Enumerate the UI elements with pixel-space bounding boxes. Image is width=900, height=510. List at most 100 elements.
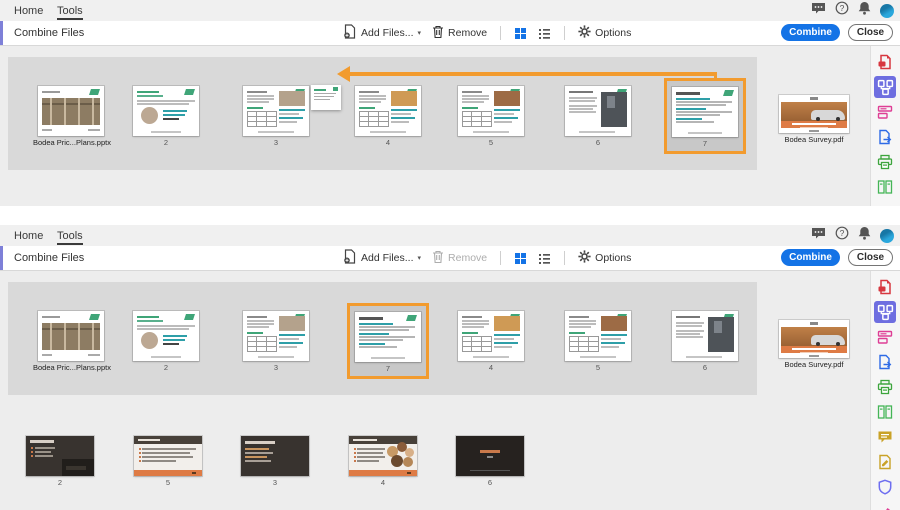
- thumbnail-caption: 4: [380, 478, 386, 487]
- svg-text:?: ?: [840, 3, 845, 13]
- tab-home[interactable]: Home: [14, 225, 43, 246]
- slide-preview: [349, 436, 417, 476]
- thumbnail-caption: 2: [163, 363, 169, 372]
- slide-preview: [355, 86, 421, 136]
- sidebar-tool-organize-pages-icon[interactable]: [874, 176, 896, 198]
- sidebar-tool-enhance-scans-icon[interactable]: [874, 376, 896, 398]
- add-files-button[interactable]: Add Files... ▾: [343, 249, 421, 267]
- toolbar: Combine Files Add Files... ▾ Remove Optio…: [0, 21, 900, 46]
- combine-button[interactable]: Combine: [781, 24, 840, 41]
- sidebar-tool-combine-files-icon[interactable]: [874, 301, 896, 323]
- page-thumbnail[interactable]: 5: [453, 86, 529, 148]
- tab-bar: Home Tools ?: [0, 0, 900, 22]
- sidebar-tool-edit-pdf-icon[interactable]: [874, 326, 896, 348]
- add-files-button[interactable]: Add Files... ▾: [343, 24, 421, 42]
- page-thumbnail[interactable]: 2: [25, 436, 95, 488]
- slide-preview: [355, 312, 421, 362]
- file-first-page-thumbnail[interactable]: Bodea Pric...Plans.pptx: [33, 86, 111, 148]
- thumbnail-caption: Bodea Survey.pdf: [784, 360, 844, 369]
- list-view-button[interactable]: [538, 252, 551, 265]
- combine-button[interactable]: Combine: [781, 249, 840, 266]
- page-thumbnail[interactable]: 2: [128, 86, 204, 148]
- notifications-icon[interactable]: [858, 1, 871, 20]
- sidebar-tool-protect-icon[interactable]: [874, 476, 896, 498]
- chevron-down-icon: ▾: [417, 30, 422, 37]
- sidebar-tool-edit-pdf-icon[interactable]: [874, 101, 896, 123]
- page-thumbnail[interactable]: 7: [664, 78, 746, 154]
- thumbnail-caption: Bodea Pric...Plans.pptx: [33, 363, 111, 372]
- sidebar-tool-pen-icon[interactable]: [874, 501, 896, 510]
- page-thumbnail[interactable]: 5: [133, 436, 203, 488]
- thumbnail-caption: 5: [488, 138, 494, 147]
- drag-arrow-elbow: [713, 72, 717, 80]
- tab-tools[interactable]: Tools: [57, 0, 83, 21]
- page-thumbnail[interactable]: 7: [347, 303, 429, 379]
- tab-tools[interactable]: Tools: [57, 225, 83, 246]
- slide-preview: [565, 311, 631, 361]
- file-thumbnail[interactable]: Bodea Survey.pdf: [776, 320, 852, 370]
- sidebar-tool-create-pdf-icon[interactable]: [874, 276, 896, 298]
- sidebar-tool-fill-sign-icon[interactable]: [874, 451, 896, 473]
- sidebar-tool-enhance-scans-icon[interactable]: [874, 151, 896, 173]
- page-thumbnail[interactable]: 4: [453, 311, 529, 373]
- canvas: Bodea Pric...Plans.pptx 2 3 4 5 6 7 Bodea Surve…: [0, 46, 871, 206]
- panel-title: Combine Files: [14, 252, 85, 264]
- sidebar-tool-create-pdf-icon[interactable]: [874, 51, 896, 73]
- notifications-icon[interactable]: [858, 226, 871, 245]
- sidebar-tool-organize-pages-icon[interactable]: [874, 401, 896, 423]
- page-thumbnail[interactable]: 5: [560, 311, 636, 373]
- sidebar-tool-export-pdf-icon[interactable]: [874, 126, 896, 148]
- tab-home[interactable]: Home: [14, 0, 43, 21]
- drag-arrow-line: [350, 72, 717, 76]
- top-right-icons: ?: [811, 0, 894, 21]
- thumbnail-caption: 3: [272, 478, 278, 487]
- close-button[interactable]: Close: [848, 24, 893, 41]
- accent-strip: [0, 21, 3, 45]
- grid-view-button[interactable]: [514, 27, 527, 40]
- thumbnail-caption: 4: [488, 363, 494, 372]
- user-avatar[interactable]: [880, 3, 894, 18]
- user-avatar[interactable]: [880, 228, 894, 243]
- list-view-button[interactable]: [538, 27, 551, 40]
- page-thumbnail[interactable]: 3: [240, 436, 310, 488]
- panel-title: Combine Files: [14, 27, 85, 39]
- add-files-icon: [343, 24, 357, 42]
- slide-preview: [133, 311, 199, 361]
- sidebar-tool-comment-icon[interactable]: [874, 426, 896, 448]
- drag-ghost-thumbnail: [311, 85, 341, 110]
- page-thumbnail[interactable]: 4: [350, 86, 426, 148]
- toolbar: Combine Files Add Files... ▾ Remove Optio…: [0, 246, 900, 271]
- file-first-page-thumbnail[interactable]: Bodea Pric...Plans.pptx: [33, 311, 111, 373]
- help-icon[interactable]: ?: [835, 1, 849, 20]
- remove-button[interactable]: Remove: [432, 25, 487, 42]
- grid-view-button[interactable]: [514, 252, 527, 265]
- thumbnail-caption: 6: [595, 138, 601, 147]
- thumbnail-caption: 5: [165, 478, 171, 487]
- slide-preview: [779, 320, 849, 358]
- thumbnail-caption: 2: [163, 138, 169, 147]
- slide-preview: [243, 86, 309, 136]
- slide-preview: [241, 436, 309, 476]
- remove-button[interactable]: Remove: [432, 250, 487, 267]
- file-thumbnail[interactable]: Bodea Survey.pdf: [776, 95, 852, 145]
- page-thumbnail[interactable]: 3: [238, 86, 314, 148]
- page-thumbnail[interactable]: 6: [455, 436, 525, 488]
- slide-preview: [779, 95, 849, 133]
- slide-preview: [672, 87, 738, 137]
- close-button[interactable]: Close: [848, 249, 893, 266]
- sidebar-tool-combine-files-icon[interactable]: [874, 76, 896, 98]
- sidebar-tool-export-pdf-icon[interactable]: [874, 351, 896, 373]
- options-button[interactable]: Options: [578, 250, 631, 266]
- options-button[interactable]: Options: [578, 25, 631, 41]
- page-thumbnail[interactable]: 3: [238, 311, 314, 373]
- page-thumbnail[interactable]: 4: [348, 436, 418, 488]
- page-thumbnail[interactable]: 2: [128, 311, 204, 373]
- feedback-icon[interactable]: [811, 2, 826, 20]
- help-icon[interactable]: ?: [835, 226, 849, 245]
- page-thumbnail[interactable]: 6: [560, 86, 636, 148]
- right-rail: [870, 271, 900, 510]
- page-thumbnail[interactable]: 6: [667, 311, 743, 373]
- slide-preview: [26, 436, 94, 476]
- feedback-icon[interactable]: [811, 227, 826, 245]
- chevron-down-icon: ▾: [417, 255, 422, 262]
